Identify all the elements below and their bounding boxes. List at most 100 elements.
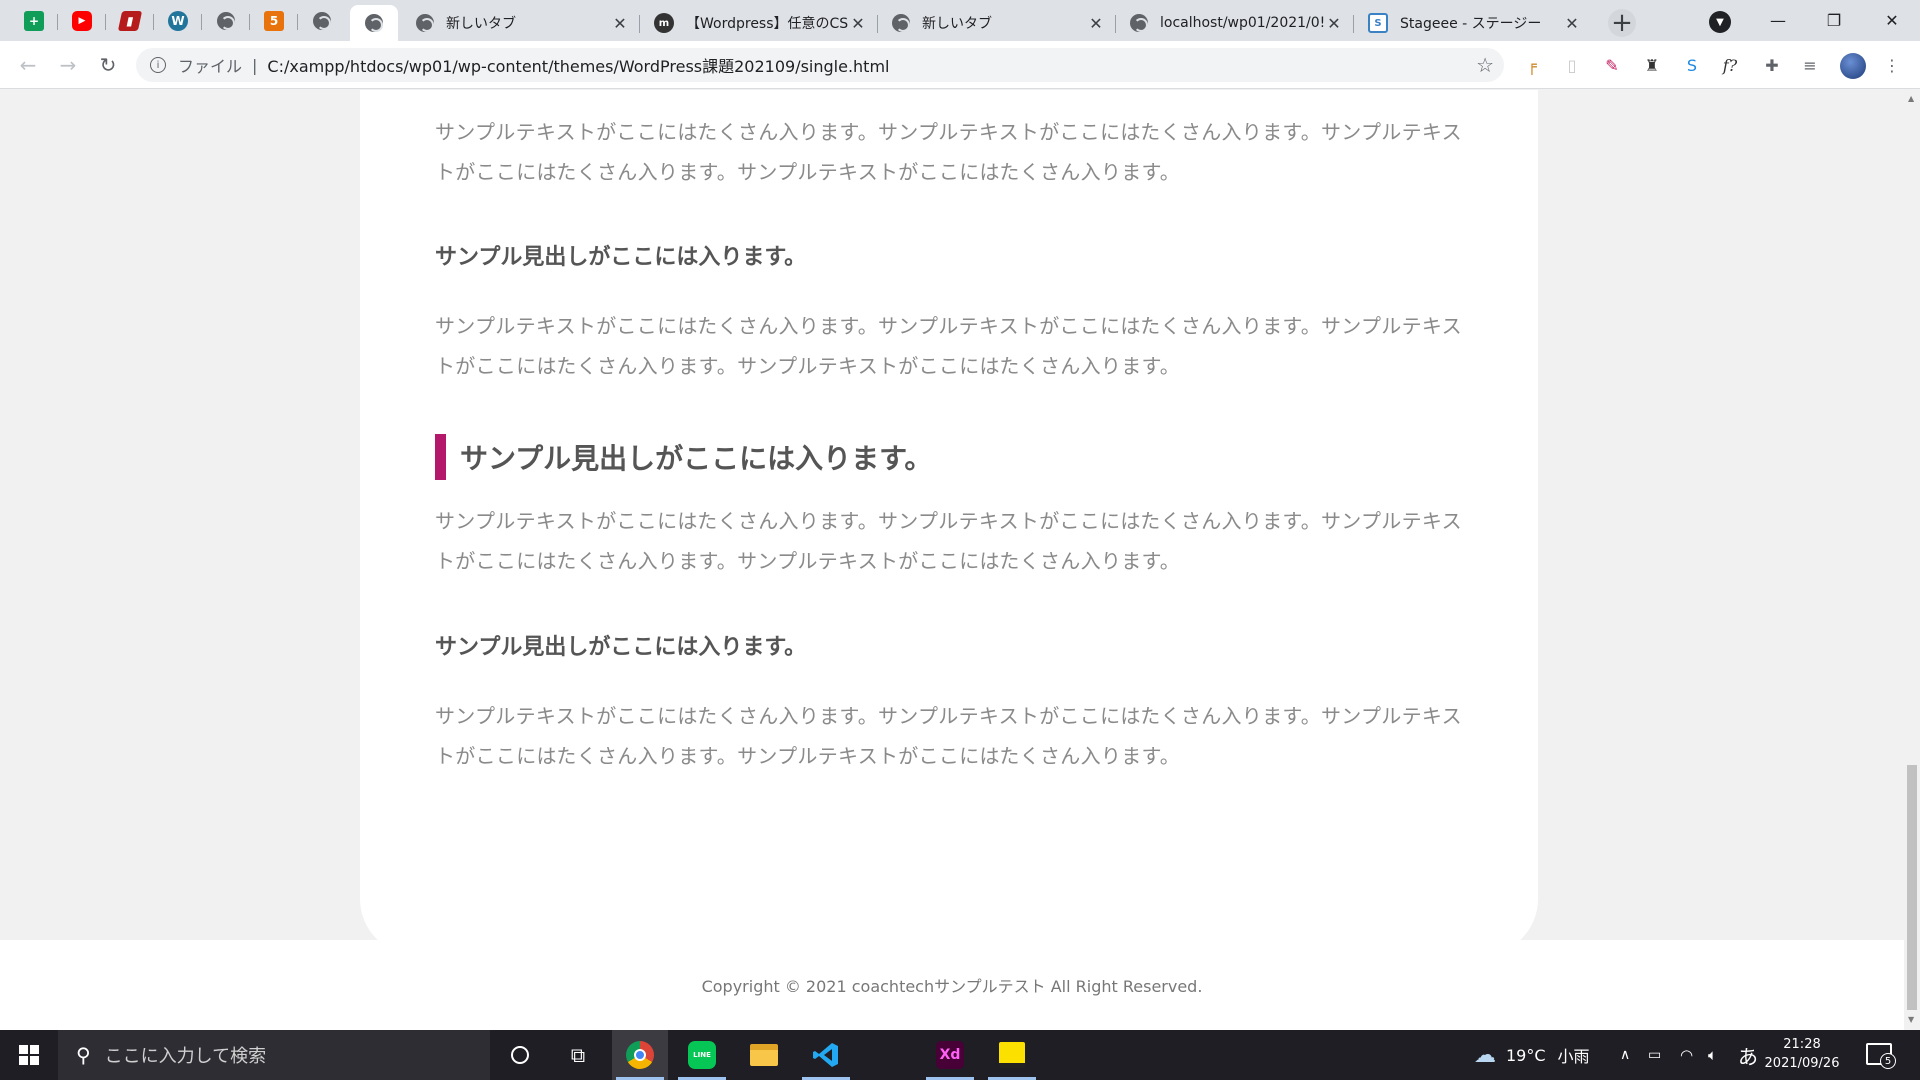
globe-icon — [416, 14, 434, 32]
page-scrollbar[interactable]: ▲ ▼ — [1904, 90, 1920, 1030]
tab-strip: + ▶ ▮ W 5 新しいタブ ✕ m 【Wordpress】任意のCSS: ✕… — [0, 0, 1920, 41]
divider: | — [252, 55, 258, 75]
puzzle-icon[interactable]: ✚ — [1760, 53, 1784, 77]
section-heading: サンプル見出しがここには入ります。 — [435, 434, 932, 480]
stamp-icon[interactable]: ♜ — [1640, 53, 1664, 77]
pinned-tab-wordpress[interactable]: W — [154, 5, 202, 37]
taskbar-clock[interactable]: 21:28 2021/09/26 — [1762, 1035, 1842, 1073]
vscode-icon[interactable] — [798, 1030, 854, 1080]
scroll-down-icon[interactable]: ▼ — [1908, 1015, 1914, 1024]
line-icon[interactable]: LINE — [674, 1030, 730, 1080]
search-icon: ⚲ — [76, 1043, 91, 1067]
menu-kebab-icon[interactable]: ⋮ — [1880, 53, 1904, 77]
forward-button[interactable]: → — [54, 51, 82, 79]
cloud-rain-icon: ☁ — [1474, 1042, 1496, 1068]
font-icon[interactable]: f? — [1718, 53, 1742, 77]
site-favicon-icon: m — [654, 13, 674, 33]
paragraph: サンプルテキストがここにはたくさん入ります。サンプルテキストがここにはたくさん入… — [435, 509, 1462, 573]
windows-taskbar: ⚲ ここに入力して検索 ⧉ LINE Xd ☁ 19°C 小雨 ∧ ▭ ◠ 🔈︎… — [0, 1030, 1920, 1080]
pinned-tab-globe[interactable] — [202, 5, 250, 37]
paragraph: サンプルテキストがここにはたくさん入ります。サンプルテキストがここにはたくさん入… — [435, 120, 1462, 184]
subheading: サンプル見出しがここには入ります。 — [435, 635, 807, 660]
close-icon[interactable]: ✕ — [1562, 14, 1582, 33]
copyright-text: Copyright © 2021 coachtechサンプルテスト All Ri… — [701, 977, 1203, 996]
html5-icon: 5 — [264, 11, 284, 31]
bookmark-icon[interactable]: ▯ — [1560, 53, 1584, 77]
weather-condition: 小雨 — [1557, 1047, 1590, 1066]
stylus-icon[interactable]: S — [1680, 53, 1704, 77]
restore-button[interactable]: ❐ — [1806, 0, 1862, 41]
address-bar[interactable]: i ファイル | C:/xampp/htdocs/wp01/wp-content… — [136, 48, 1504, 82]
search-placeholder: ここに入力して検索 — [104, 1046, 267, 1067]
youtube-icon: ▶ — [72, 11, 92, 31]
wifi-icon[interactable]: ◠ — [1680, 1030, 1693, 1080]
start-button[interactable] — [0, 1030, 58, 1080]
weather-temp: 19°C — [1506, 1045, 1546, 1065]
tab-new-tab-2[interactable]: 新しいタブ ✕ — [878, 5, 1116, 41]
eyedropper-icon[interactable]: ✎ — [1600, 53, 1624, 77]
windows-logo-icon — [19, 1045, 39, 1065]
tab-title: 【Wordpress】任意のCSS: — [686, 16, 848, 32]
pinned-tab-book[interactable]: ▮ — [106, 5, 154, 37]
tab-search-icon[interactable]: ▼ — [1709, 11, 1731, 33]
tab-wordpress-css[interactable]: m 【Wordpress】任意のCSS: ✕ — [640, 5, 878, 41]
taskbar-search[interactable]: ⚲ ここに入力して検索 — [58, 1030, 490, 1080]
stageee-icon: S — [1368, 13, 1388, 33]
adobe-xd-icon[interactable]: Xd — [922, 1030, 978, 1080]
close-icon[interactable]: ✕ — [848, 14, 868, 33]
close-icon[interactable]: ✕ — [1324, 14, 1344, 33]
globe-icon — [217, 12, 235, 30]
battery-icon[interactable]: ▭ — [1648, 1030, 1661, 1080]
url-text[interactable]: C:/xampp/htdocs/wp01/wp-content/themes/W… — [267, 53, 889, 77]
close-icon[interactable]: ✕ — [610, 14, 630, 33]
notification-center-icon[interactable]: 5 — [1866, 1043, 1896, 1069]
sticky-notes-icon[interactable] — [984, 1030, 1040, 1080]
tab-stageee[interactable]: S Stageee - ステージー ✕ — [1354, 5, 1592, 41]
file-explorer-icon[interactable] — [736, 1030, 792, 1080]
google-sheets-icon: + — [24, 11, 44, 31]
tab-title: 新しいタブ — [446, 16, 516, 32]
paragraph: サンプルテキストがここにはたくさん入ります。サンプルテキストがここにはたくさん入… — [435, 704, 1462, 768]
browser-toolbar: ← → ↻ i ファイル | C:/xampp/htdocs/wp01/wp-c… — [0, 41, 1920, 89]
pinned-tab-youtube[interactable]: ▶ — [58, 5, 106, 37]
pinned-tab-active[interactable] — [350, 5, 398, 41]
wordpress-icon: W — [168, 11, 188, 31]
scroll-up-icon[interactable]: ▲ — [1908, 94, 1914, 103]
tray-overflow-chevron-icon[interactable]: ∧ — [1620, 1030, 1630, 1080]
globe-icon — [892, 14, 910, 32]
bookmark-star-icon[interactable]: ☆ — [1476, 53, 1494, 77]
weather-widget[interactable]: ☁ 19°C 小雨 — [1474, 1030, 1590, 1080]
volume-icon[interactable]: 🔈︎ — [1708, 1030, 1717, 1080]
info-icon[interactable]: i — [150, 57, 166, 73]
heading-accent-bar — [435, 434, 446, 480]
section-heading-text: サンプル見出しがここには入ります。 — [460, 442, 933, 475]
close-window-button[interactable]: ✕ — [1864, 0, 1920, 41]
new-tab-button[interactable]: + — [1608, 8, 1636, 38]
close-icon[interactable]: ✕ — [1086, 14, 1106, 33]
chrome-icon[interactable] — [612, 1030, 668, 1080]
media-control-icon[interactable]: ≡ — [1798, 53, 1822, 77]
pinned-tab-sheets[interactable]: + — [10, 5, 58, 37]
task-view-icon[interactable]: ⧉ — [550, 1030, 606, 1080]
book-icon: ▮ — [117, 11, 143, 31]
notification-count: 5 — [1880, 1053, 1896, 1069]
globe-icon — [365, 14, 383, 32]
minimize-button[interactable]: — — [1750, 0, 1806, 41]
back-button[interactable]: ← — [14, 51, 42, 79]
ime-indicator[interactable]: あ — [1738, 1030, 1758, 1080]
cortana-icon[interactable] — [492, 1030, 548, 1080]
tab-new-tab-1[interactable]: 新しいタブ ✕ — [402, 5, 640, 41]
clock-time: 21:28 — [1783, 1037, 1821, 1052]
article-card: サンプルテキストがここにはたくさん入ります。サンプルテキストがここにはたくさん入… — [360, 90, 1538, 955]
pinned-tab-html5[interactable]: 5 — [250, 5, 298, 37]
profile-avatar[interactable] — [1840, 53, 1866, 79]
ruler-icon[interactable]: ╒ — [1520, 53, 1544, 77]
reload-button[interactable]: ↻ — [94, 51, 122, 79]
pinned-tab-globe-2[interactable] — [298, 5, 346, 37]
paragraph: サンプルテキストがここにはたくさん入ります。サンプルテキストがここにはたくさん入… — [435, 314, 1462, 378]
scrollbar-thumb[interactable] — [1907, 765, 1917, 1010]
globe-icon — [313, 12, 331, 30]
globe-icon — [1130, 14, 1148, 32]
tab-localhost[interactable]: localhost/wp01/2021/0! ✕ — [1116, 5, 1354, 41]
tab-title: localhost/wp01/2021/0! — [1160, 15, 1324, 31]
